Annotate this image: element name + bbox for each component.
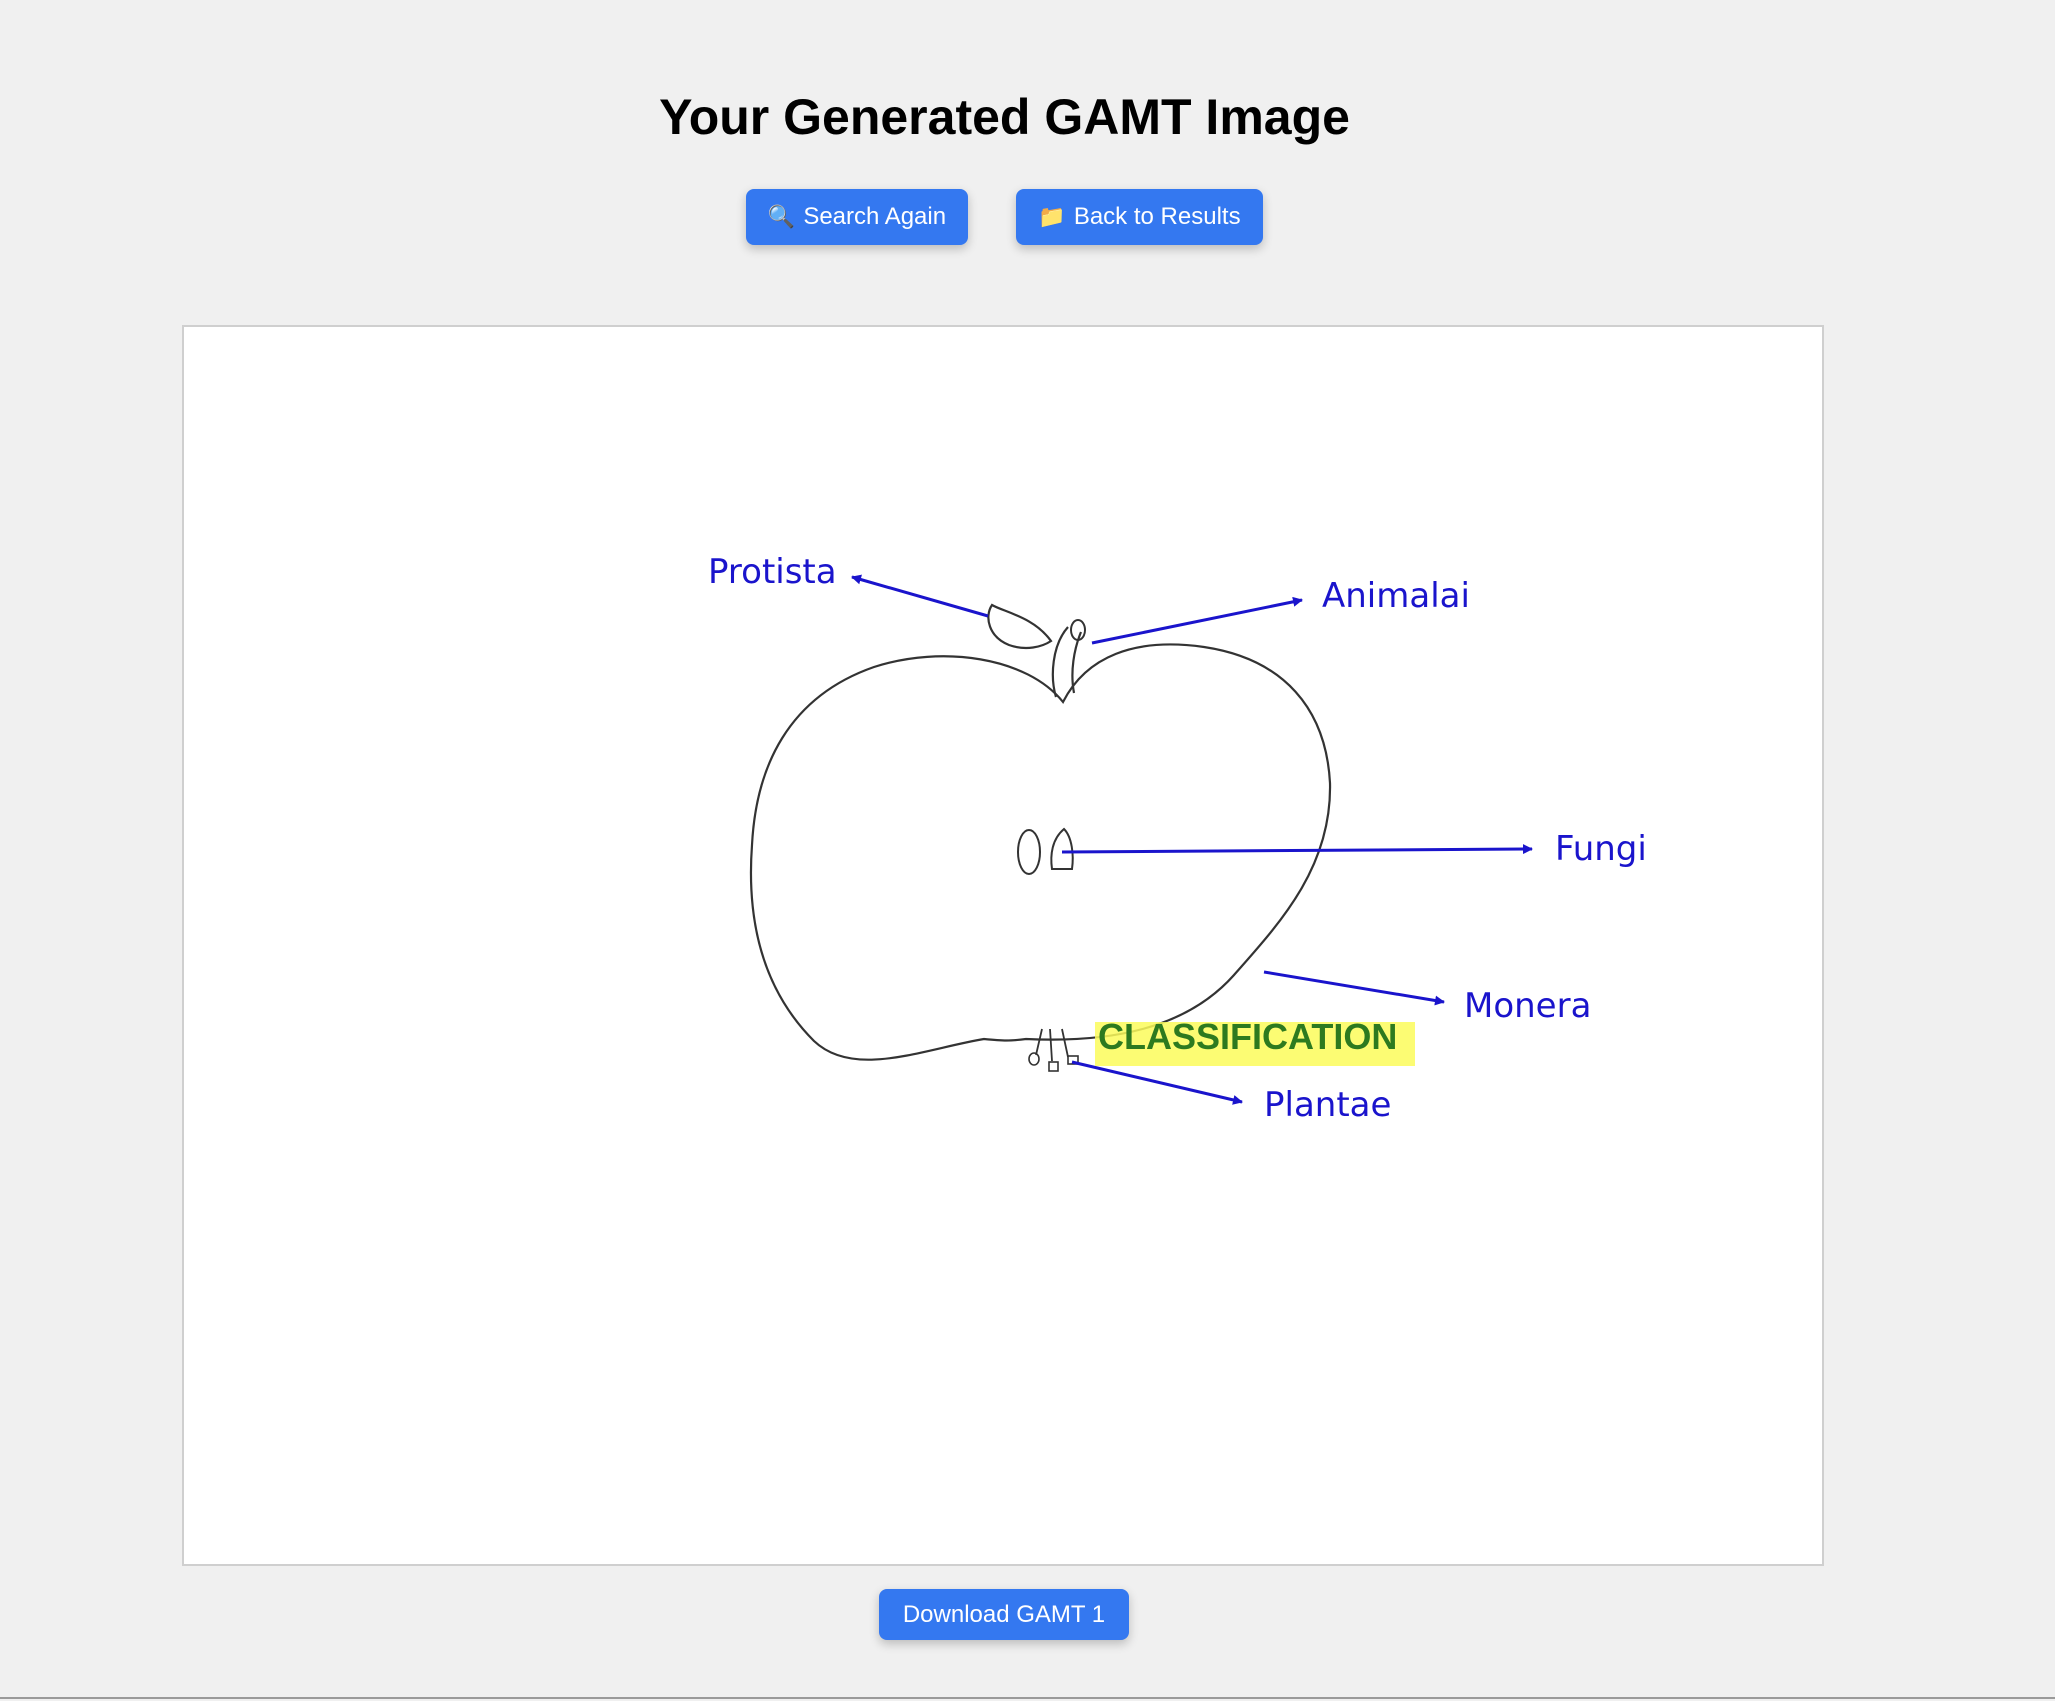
download-gamt-button[interactable]: Download GAMT 1 [879,1589,1129,1640]
seed-left [1017,829,1041,875]
label-fungi: Fungi [1555,829,1647,869]
label-plantae: Plantae [1264,1085,1391,1125]
back-to-results-button[interactable]: 📁 Back to Results [1016,189,1263,245]
arrow-protista [851,574,989,618]
apple-roots [1035,1028,1069,1062]
generated-image: Protista Animalai Fungi Monera Plantae C… [182,325,1824,1566]
folder-icon: 📁 [1038,204,1066,229]
page-title: Your Generated GAMT Image [659,89,1350,145]
label-monera: Monera [1464,986,1591,1026]
search-again-button[interactable]: 🔍 Search Again [746,189,968,245]
apple-diagram: Protista Animalai Fungi Monera Plantae C… [708,552,1647,1125]
label-protista: Protista [708,552,837,592]
arrow-monera [1263,970,1445,1006]
arrow-fungi [1061,844,1533,855]
download-label: Download GAMT 1 [902,1600,1106,1628]
magnifier-icon: 🔍 [767,204,796,229]
bottom-divider [0,1697,2055,1699]
label-animalai: Animalai [1322,576,1470,616]
seed-right [1050,827,1074,870]
label-classification: CLASSIFICATION [1098,1016,1397,1057]
back-to-results-label: Back to Results [1073,203,1241,230]
search-again-label: Search Again [803,203,947,230]
apple-stem [1051,626,1083,698]
root-tip-2 [1048,1061,1059,1072]
arrow-animalai [1091,596,1303,645]
root-tip-1 [1028,1052,1040,1066]
arrow-plantae [1071,1060,1243,1105]
apple-leaf [987,603,1053,650]
